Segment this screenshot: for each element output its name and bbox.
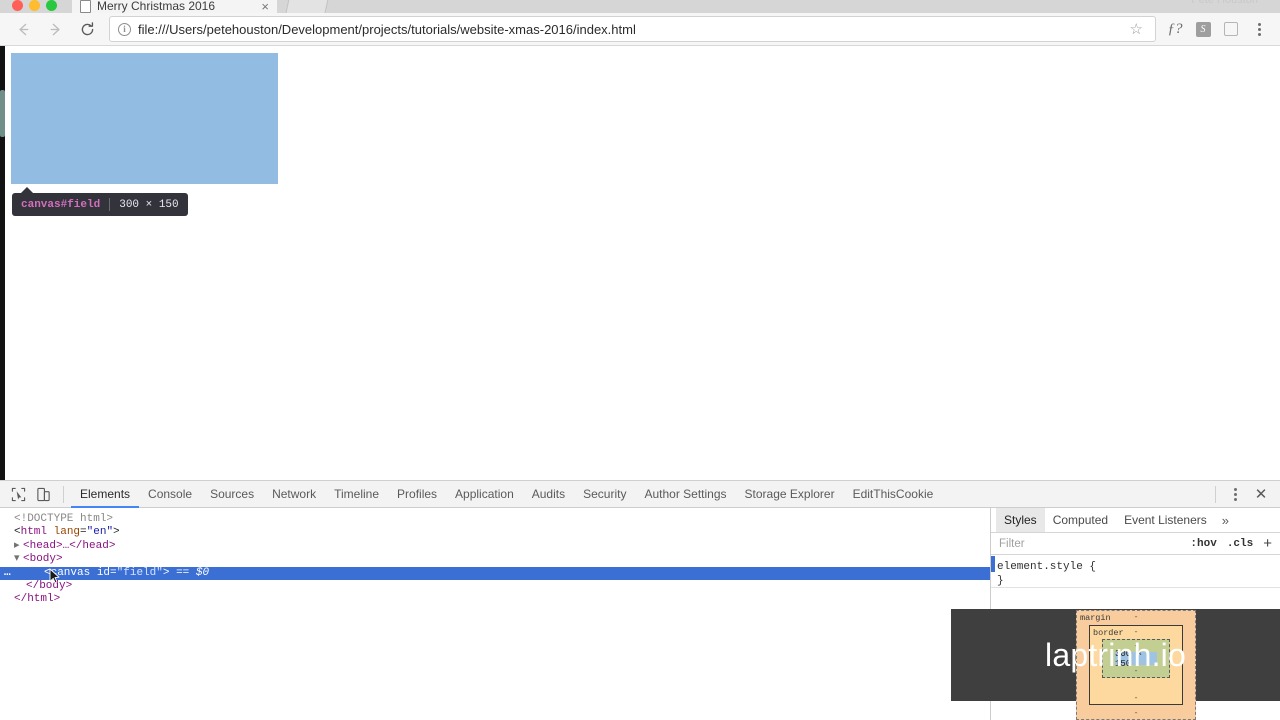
extension-icon-s[interactable]: S [1190,16,1216,42]
tab-timeline[interactable]: Timeline [325,481,388,508]
viewport-left-gutter [0,46,5,480]
page-info-icon[interactable]: i [118,22,131,36]
chrome-menu-icon[interactable] [1246,16,1272,42]
styles-divider [991,587,1280,588]
toggle-device-toolbar-icon[interactable] [31,482,56,507]
node-badge[interactable]: … [4,567,12,580]
page-icon [80,0,91,13]
dom-row-html-close[interactable]: </html> [0,593,990,606]
element-style-selector: element.style { [997,561,1097,573]
tab-title: Merry Christmas 2016 [97,0,216,13]
extension-s-badge: S [1195,21,1211,37]
dom-row-doctype[interactable]: <!DOCTYPE html> [0,513,990,526]
html-tag-name: html [20,526,48,539]
devtools-toolbar: Elements Console Sources Network Timelin… [0,481,1280,508]
html-attr-name: lang [53,526,81,539]
kebab-glyph [1234,487,1237,501]
selected-node-ref: == $0 [176,566,210,579]
doctype-text: <!DOCTYPE html> [14,513,114,525]
new-tab-button[interactable] [284,0,330,13]
close-icon[interactable]: × [261,0,269,13]
tooltip-dimensions: 300 × 150 [119,198,179,211]
tab-sources[interactable]: Sources [201,481,263,508]
browser-window: Merry Christmas 2016 × Pete Houston i fi… [0,0,1280,720]
tab-styles[interactable]: Styles [996,508,1045,532]
devtools-toolbar-right: ✕ [1208,482,1274,507]
tab-security[interactable]: Security [574,481,635,508]
dom-row-body-close[interactable]: </body> [0,580,990,593]
kebab-glyph [1257,22,1261,36]
toggle-hov-button[interactable]: :hov [1190,538,1216,550]
tab-application[interactable]: Application [446,481,523,508]
tab-editthiscookie[interactable]: EditThisCookie [844,481,943,508]
profile-name-label[interactable]: Pete Houston [1191,0,1258,6]
canvas-attr-name: id [96,566,111,579]
square-glyph [1224,22,1238,36]
bookmark-star-icon[interactable]: ☆ [1130,20,1147,38]
close-window-button[interactable] [12,0,23,11]
styles-filter-input[interactable]: Filter [999,538,1180,550]
dom-row-head[interactable]: ▸ <head>…</head> [0,540,990,553]
address-bar-url: file:///Users/petehouston/Development/pr… [138,21,636,37]
selected-rule-marker [991,556,995,572]
html-close-text: </html> [14,593,61,606]
toolbar-divider-right [1215,485,1216,503]
tab-profiles[interactable]: Profiles [388,481,446,508]
forward-icon[interactable] [40,15,70,43]
styles-tab-list: Styles Computed Event Listeners » [991,508,1280,533]
toggle-cls-button[interactable]: .cls [1227,538,1253,550]
scrollbar-thumb[interactable] [0,90,5,137]
browser-tab[interactable]: Merry Christmas 2016 × [72,0,277,13]
more-tabs-icon[interactable]: » [1215,508,1236,532]
extension-icon-f-question[interactable]: ƒ? [1162,16,1188,42]
tab-console[interactable]: Console [139,481,201,508]
watermark-text: laptrinh.io [1045,636,1186,673]
tab-author-settings[interactable]: Author Settings [635,481,735,508]
tab-strip: Merry Christmas 2016 × Pete Houston [0,0,1280,13]
margin-bottom-value[interactable]: - [1134,709,1139,718]
devtools-tab-list: Elements Console Sources Network Timelin… [71,481,942,508]
collapse-arrow-icon[interactable]: ▾ [14,553,23,566]
devtools-more-icon[interactable] [1223,482,1248,507]
window-traffic-lights [12,0,57,11]
close-devtools-icon[interactable]: ✕ [1248,485,1274,503]
tab-storage-explorer[interactable]: Storage Explorer [736,481,844,508]
tab-audits[interactable]: Audits [523,481,574,508]
tab-elements[interactable]: Elements [71,481,139,508]
dom-row-body-open[interactable]: ▾ <body> [0,553,990,566]
reload-icon[interactable] [72,15,102,43]
canvas-attr-value: "field" [116,566,163,579]
styles-filter-row: Filter :hov .cls + [991,533,1280,555]
expand-arrow-icon[interactable]: ▸ [14,540,23,553]
page-viewport[interactable]: canvas#field 300 × 150 [0,46,1280,480]
tooltip-selector: canvas#field [21,198,101,211]
back-icon[interactable] [8,15,38,43]
browser-toolbar: i file:///Users/petehouston/Development/… [0,13,1280,46]
mouse-cursor-icon [49,568,61,589]
element-style-rule[interactable]: element.style { } [991,555,1280,588]
element-style-close-brace: } [997,575,1004,587]
body-open-text: <body> [23,553,63,566]
inspect-element-icon[interactable] [6,482,31,507]
dom-row-html-open[interactable]: <html lang="en"> [0,526,990,539]
element-inspect-tooltip: canvas#field 300 × 150 [12,187,188,216]
canvas-element-highlight[interactable] [11,53,278,184]
address-bar[interactable]: i file:///Users/petehouston/Development/… [109,16,1156,42]
tooltip-divider [109,198,111,211]
dom-tree[interactable]: <!DOCTYPE html> <html lang="en"> ▸ <head>… [0,508,990,720]
tab-computed[interactable]: Computed [1045,508,1116,532]
toolbar-divider [63,485,64,503]
tab-network[interactable]: Network [263,481,325,508]
tab-event-listeners[interactable]: Event Listeners [1116,508,1215,532]
minimize-window-button[interactable] [29,0,40,11]
head-node-text: <head>…</head> [23,539,116,552]
extension-icon-square[interactable] [1218,16,1244,42]
zoom-window-button[interactable] [46,0,57,11]
new-style-rule-button[interactable]: + [1263,536,1272,551]
dom-row-selected-canvas[interactable]: … <canvas id="field"> == $0 [0,566,990,580]
html-attr-value: "en" [86,526,114,539]
